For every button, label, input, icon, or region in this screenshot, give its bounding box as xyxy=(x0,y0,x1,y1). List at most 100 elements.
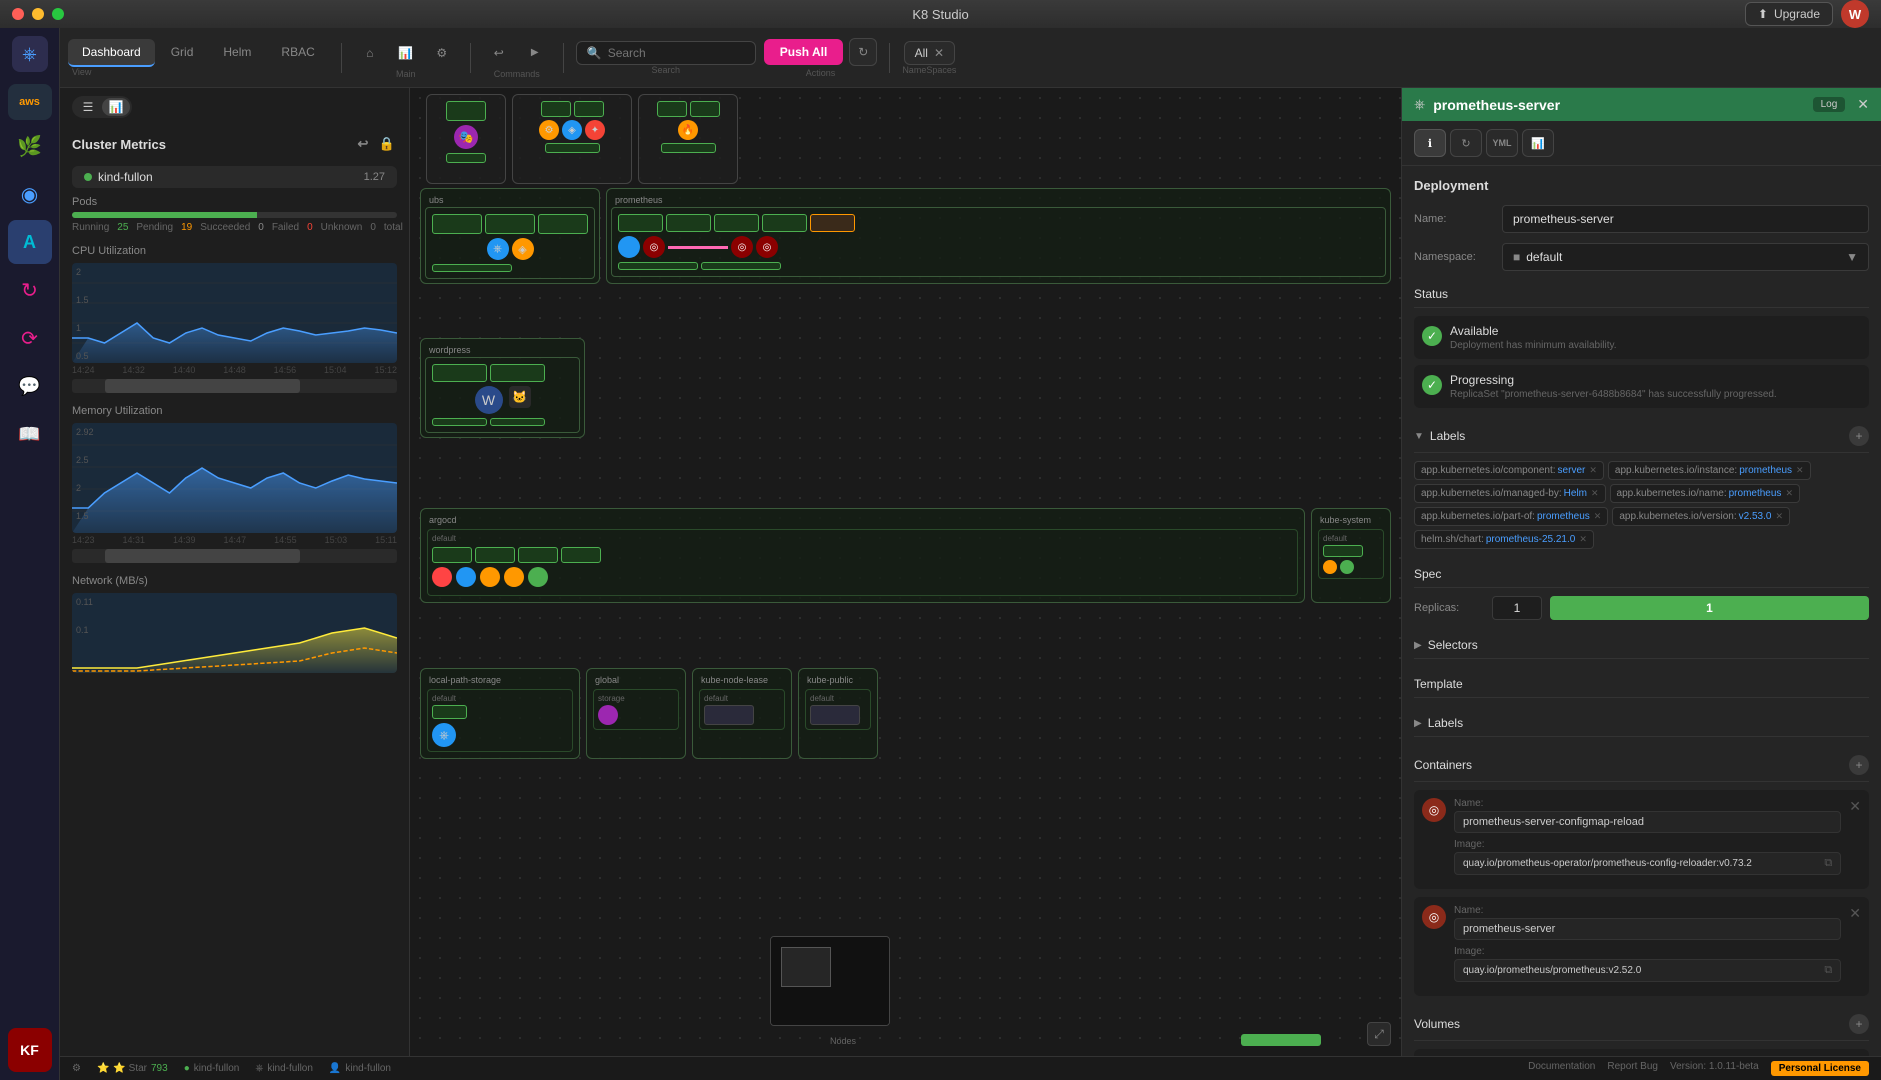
metrics-lock[interactable]: 🔒 xyxy=(377,134,397,154)
sidebar-item-kf[interactable]: KF xyxy=(8,1028,52,1072)
pod-5a xyxy=(657,101,687,117)
tab-grid[interactable]: Grid xyxy=(157,39,208,67)
cluster-selector[interactable]: kind-fullon 1.27 xyxy=(72,166,397,188)
report-bug-link[interactable]: Report Bug xyxy=(1607,1061,1658,1076)
labels-header[interactable]: ▼ Labels + xyxy=(1414,420,1869,453)
tab-helm[interactable]: Helm xyxy=(209,39,265,67)
container-2-delete-button[interactable]: ✕ xyxy=(1849,905,1861,922)
label-instance-close[interactable]: ✕ xyxy=(1796,465,1804,476)
toolbar: Dashboard Grid Helm RBAC View ⌂ 📊 ⚙ Main xyxy=(60,28,1881,88)
undo-button[interactable]: ↩ xyxy=(483,37,515,69)
status-star[interactable]: ⭐ ⭐ Star 793 xyxy=(97,1063,168,1074)
ns-kube-public: kube-public default xyxy=(798,668,878,759)
namespaces-label: NameSpaces xyxy=(902,65,956,75)
template-labels-title: Labels xyxy=(1428,716,1463,730)
documentation-link[interactable]: Documentation xyxy=(1528,1061,1595,1076)
label-component-close[interactable]: ✕ xyxy=(1589,465,1597,476)
global-storage-label: storage xyxy=(598,694,674,703)
row5-namespaces: local-path-storage default ⎈ global xyxy=(420,668,1391,759)
label-version-close[interactable]: ✕ xyxy=(1775,511,1783,522)
pods-running-count: 25 xyxy=(117,222,128,233)
pods-total-label: total xyxy=(384,222,403,233)
label-managed-by-close[interactable]: ✕ xyxy=(1591,488,1599,499)
container-2-image-text: quay.io/prometheus/prometheus:v2.52.0 xyxy=(1463,965,1641,976)
namespace-badge[interactable]: All ✕ xyxy=(904,41,955,65)
wp-row3 xyxy=(432,418,573,426)
container-2-copy-icon[interactable]: ⧉ xyxy=(1824,964,1832,977)
tab-history[interactable]: ↻ xyxy=(1450,129,1482,157)
sidebar-item-google[interactable]: ◉ xyxy=(8,172,52,216)
global-icon xyxy=(598,705,618,725)
tab-rbac[interactable]: RBAC xyxy=(267,39,328,67)
selectors-header[interactable]: ▶ Selectors xyxy=(1414,632,1869,659)
refresh-button[interactable]: ↻ xyxy=(849,38,877,66)
label-instance-key: app.kubernetes.io/instance: xyxy=(1615,465,1737,476)
cpu-scrollbar[interactable] xyxy=(72,379,397,393)
push-all-button[interactable]: Push All xyxy=(764,39,844,65)
replicas-input[interactable]: 1 xyxy=(1492,596,1542,620)
cpu-label-05: 0.5 xyxy=(76,351,89,361)
close-panel-button[interactable]: ✕ xyxy=(1857,96,1869,113)
label-name-close[interactable]: ✕ xyxy=(1785,488,1793,499)
label-chart-key: helm.sh/chart: xyxy=(1421,534,1484,545)
tab-yaml[interactable]: YML xyxy=(1486,129,1518,157)
deployment-name-row: Name: prometheus-server xyxy=(1414,205,1869,233)
expand-button[interactable]: ⤢ xyxy=(1367,1022,1391,1046)
sidebar-item-aws[interactable]: aws xyxy=(8,84,52,120)
terminal-button[interactable]: ▶ xyxy=(519,37,551,69)
sidebar-item-azure[interactable]: A xyxy=(8,220,52,264)
status-progressing-title: Progressing xyxy=(1450,373,1777,387)
container-1-copy-icon[interactable]: ⧉ xyxy=(1824,857,1832,870)
chart-button[interactable]: 📊 xyxy=(390,37,422,69)
center-canvas[interactable]: 🎭 ⚙ xyxy=(410,88,1401,1056)
sidebar-item-sync[interactable]: ↻ xyxy=(8,268,52,312)
wp-icon-2: 🐱 xyxy=(509,386,531,408)
tab-dashboard[interactable]: Dashboard xyxy=(68,39,155,67)
maximize-button[interactable] xyxy=(52,8,64,20)
home-button[interactable]: ⌂ xyxy=(354,37,386,69)
prom-icon-4: ◎ xyxy=(756,236,778,258)
sidebar-item-plant[interactable]: 🌿 xyxy=(8,124,52,168)
close-button[interactable] xyxy=(12,8,24,20)
cluster-metrics-panel: Cluster Metrics ↩ 🔒 kind-fullon 1.27 Pod… xyxy=(60,126,409,1056)
user-avatar[interactable]: W xyxy=(1841,0,1869,28)
label-chart-close[interactable]: ✕ xyxy=(1579,534,1587,545)
containers-add-button[interactable]: + xyxy=(1849,755,1869,775)
minimize-button[interactable] xyxy=(32,8,44,20)
namespace-badge-close[interactable]: ✕ xyxy=(934,46,944,60)
container-2-icon-symbol: ◎ xyxy=(1429,910,1439,924)
toggle-list[interactable]: ☰ xyxy=(74,98,102,116)
search-input[interactable] xyxy=(608,46,738,60)
tab-chart[interactable]: 📊 xyxy=(1522,129,1554,157)
log-button[interactable]: Log xyxy=(1813,97,1846,112)
status-section: Status ✓ Available Deployment has minimu… xyxy=(1414,281,1869,408)
container-1-image-value: quay.io/prometheus-operator/prometheus-c… xyxy=(1454,852,1841,875)
deployment-namespace-label: Namespace: xyxy=(1414,251,1494,263)
toggle-chart[interactable]: 📊 xyxy=(102,98,130,116)
sidebar-item-book[interactable]: 📖 xyxy=(8,412,52,456)
ns-ubs-inner: ⎈ ◈ xyxy=(425,207,595,279)
labels-add-button[interactable]: + xyxy=(1849,426,1869,446)
upgrade-button[interactable]: ⬆ Upgrade xyxy=(1745,2,1833,26)
container-2-row: ◎ Name: prometheus-server xyxy=(1422,905,1861,988)
actions-group: Push All ↻ Actions xyxy=(764,38,878,78)
pod-bar-1 xyxy=(446,153,486,163)
namespace-select[interactable]: ■ default ▼ xyxy=(1502,243,1869,271)
tab-info[interactable]: ℹ xyxy=(1414,129,1446,157)
status-section-header[interactable]: Status xyxy=(1414,281,1869,308)
main-split: ☰ 📊 Cluster Metrics ↩ 🔒 kind-full xyxy=(60,88,1881,1056)
container-1-name-label: Name: xyxy=(1454,798,1841,809)
label-component-val: server xyxy=(1558,465,1586,476)
ubs-bar-1 xyxy=(432,264,512,272)
template-labels-header[interactable]: ▶ Labels xyxy=(1414,710,1869,737)
cluster2-icon: ⎈ xyxy=(255,1063,263,1074)
label-part-of-close[interactable]: ✕ xyxy=(1594,511,1602,522)
container-1-delete-button[interactable]: ✕ xyxy=(1849,798,1861,815)
volumes-add-button[interactable]: + xyxy=(1849,1014,1869,1034)
settings-button[interactable]: ⚙ xyxy=(426,37,458,69)
wp-bar-1 xyxy=(432,418,487,426)
sidebar-item-sync2[interactable]: ⟳ xyxy=(8,316,52,360)
metrics-refresh[interactable]: ↩ xyxy=(353,134,373,154)
sidebar-item-chat[interactable]: 💬 xyxy=(8,364,52,408)
memory-scrollbar[interactable] xyxy=(72,549,397,563)
